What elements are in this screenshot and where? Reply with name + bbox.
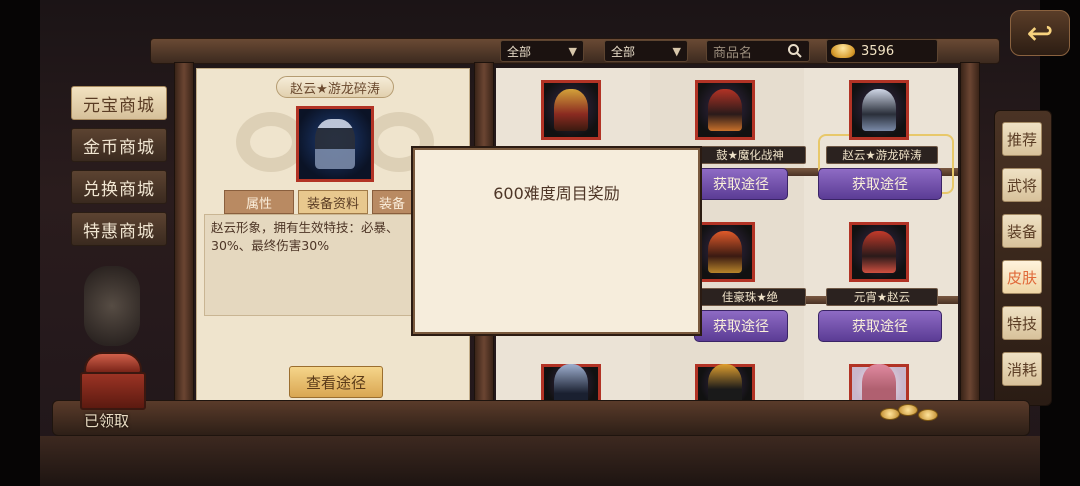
currency-amount: 3596 xyxy=(861,43,895,59)
gold-ingot-icon xyxy=(831,44,855,58)
coin-icon xyxy=(918,409,938,421)
item-icon[interactable] xyxy=(695,222,755,282)
shop-tab-exchange[interactable]: 兑换商城 xyxy=(71,170,167,204)
shop-tab-gold[interactable]: 金币商城 xyxy=(71,128,167,162)
item-icon[interactable] xyxy=(849,222,909,282)
filter-dropdown-2[interactable]: 全部 ▼ xyxy=(604,40,688,62)
shop-tab-label: 兑换商城 xyxy=(83,179,155,200)
reward-popup[interactable]: 600难度周目奖励 xyxy=(413,148,700,334)
hero-portrait xyxy=(296,106,374,182)
item-figure xyxy=(862,231,896,273)
currency-display: 3596 xyxy=(826,39,938,63)
item-icon[interactable] xyxy=(695,80,755,140)
category-tab-consumables[interactable]: 消耗 xyxy=(1002,352,1042,386)
coin-icon xyxy=(880,408,900,420)
item-figure xyxy=(554,89,588,131)
search-icon[interactable] xyxy=(787,43,803,59)
category-tab-recommend[interactable]: 推荐 xyxy=(1002,122,1042,156)
item-figure xyxy=(708,89,742,131)
tab-equipment[interactable]: 装备 xyxy=(372,190,416,214)
lantern-decoration xyxy=(84,266,140,346)
filter-dropdown-1[interactable]: 全部 ▼ xyxy=(500,40,584,62)
get-source-button[interactable]: 获取途径 xyxy=(694,168,788,200)
shop-tab-label: 元宝商城 xyxy=(83,95,155,116)
filter-dropdown-2-label: 全部 xyxy=(611,44,636,59)
tab-equipment-info[interactable]: 装备资料 xyxy=(298,190,368,214)
chevron-down-icon: ▼ xyxy=(672,44,681,58)
back-button[interactable]: ↩ xyxy=(1010,10,1070,56)
chevron-down-icon: ▼ xyxy=(568,44,577,58)
game-scene: 全部 ▼ 全部 ▼ 商品名 3596 ↩ 元宝商城 金币商城 兑换商城 特惠商城… xyxy=(0,0,1080,486)
shop-tab-label: 特惠商城 xyxy=(83,221,155,242)
filter-dropdown-1-label: 全部 xyxy=(507,44,532,59)
shop-tab-special[interactable]: 特惠商城 xyxy=(71,212,167,246)
chest-body xyxy=(80,372,146,410)
category-tab-skins[interactable]: 皮肤 xyxy=(1002,260,1042,294)
get-source-button[interactable]: 获取途径 xyxy=(818,310,942,342)
item-name: 赵云★游龙碎涛 xyxy=(826,146,938,164)
category-tab-equipment[interactable]: 装备 xyxy=(1002,214,1042,248)
item-name: 鼓★魔化战神 xyxy=(694,146,806,164)
category-tab-skills[interactable]: 特技 xyxy=(1002,306,1042,340)
item-description: 赵云形象，拥有生效特技：必暴、 30%、最终伤害30% xyxy=(204,214,432,316)
left-edge xyxy=(0,0,40,486)
item-description-text: 赵云形象，拥有生效特技：必暴、 30%、最终伤害30% xyxy=(211,220,399,253)
search-placeholder: 商品名 xyxy=(713,45,753,61)
floor xyxy=(40,436,1040,486)
treasure-chest-icon[interactable] xyxy=(78,352,148,410)
item-name: 元宵★赵云 xyxy=(826,288,938,306)
item-figure xyxy=(862,89,896,131)
item-figure xyxy=(708,231,742,273)
view-source-button[interactable]: 查看途径 xyxy=(289,366,383,398)
tab-attributes[interactable]: 属性 xyxy=(224,190,294,214)
shop-tab-yuanbao[interactable]: 元宝商城 xyxy=(71,86,167,120)
hero-figure xyxy=(315,119,355,169)
coins-decoration xyxy=(880,404,944,422)
get-source-button[interactable]: 获取途径 xyxy=(694,310,788,342)
category-tab-generals[interactable]: 武将 xyxy=(1002,168,1042,202)
item-name: 佳豪珠★绝 xyxy=(694,288,806,306)
popup-text: 600难度周目奖励 xyxy=(493,184,620,203)
chest-status-label: 已领取 xyxy=(84,412,130,430)
item-icon[interactable] xyxy=(541,80,601,140)
item-icon[interactable] xyxy=(849,80,909,140)
shop-tab-label: 金币商城 xyxy=(83,137,155,158)
search-input[interactable]: 商品名 xyxy=(706,40,810,62)
coin-icon xyxy=(898,404,918,416)
back-arrow-icon: ↩ xyxy=(1026,14,1054,52)
pillar-left xyxy=(174,62,194,402)
detail-title: 赵云★游龙碎涛 xyxy=(276,76,394,98)
get-source-button[interactable]: 获取途径 xyxy=(818,168,942,200)
chest-lid xyxy=(84,352,142,374)
pillar-right xyxy=(960,62,980,402)
